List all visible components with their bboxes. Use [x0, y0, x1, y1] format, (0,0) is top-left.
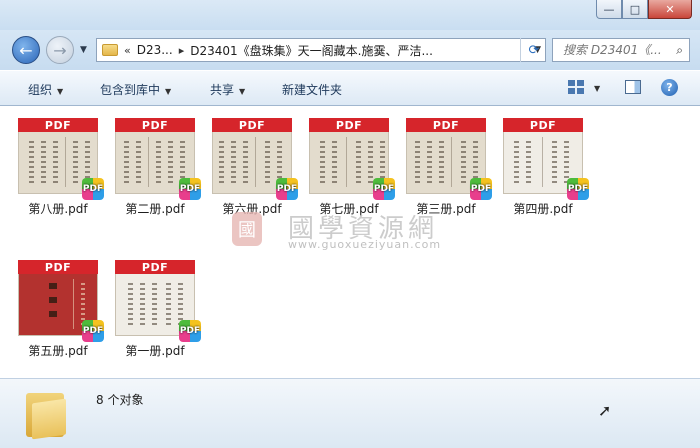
- breadcrumb-item-current[interactable]: D23401《盘珠集》天一阁藏本.施霙、严洁...: [190, 42, 433, 59]
- search-icon[interactable]: ⌕: [676, 43, 683, 58]
- search-input[interactable]: [561, 42, 675, 58]
- arrow-right-icon: →: [53, 40, 67, 60]
- forward-button[interactable]: →: [46, 36, 74, 64]
- file-item[interactable]: PDF PDF 第二册.pdf: [105, 112, 201, 220]
- navigation-bar: ← → ▼ « D23... ▸ D23401《盘珠集》天一阁藏本.施霙、严洁.…: [0, 30, 700, 70]
- file-name: 第三册.pdf: [416, 202, 476, 216]
- pdf-app-icon: PDF: [82, 320, 104, 342]
- chevron-down-icon: ▼: [239, 87, 246, 96]
- new-folder-label: 新建文件夹: [282, 83, 343, 97]
- breadcrumb-item[interactable]: D23...: [137, 43, 173, 57]
- recent-pages-dropdown[interactable]: ▼: [80, 45, 87, 55]
- pdf-thumbnail: PDF PDF: [115, 260, 201, 342]
- organize-label: 组织: [28, 83, 53, 97]
- back-button[interactable]: ←: [12, 36, 40, 64]
- pdf-app-icon: PDF: [470, 178, 492, 200]
- file-name: 第二册.pdf: [125, 202, 185, 216]
- maximize-button[interactable]: □: [622, 0, 648, 19]
- pdf-app-icon: PDF: [373, 178, 395, 200]
- file-item[interactable]: PDF PDF 第八册.pdf: [8, 112, 104, 220]
- close-icon: ✕: [665, 2, 675, 16]
- file-name: 第七册.pdf: [319, 202, 379, 216]
- organize-menu[interactable]: 组织 ▼: [28, 81, 63, 98]
- chevron-down-icon: ▼: [165, 87, 172, 96]
- refresh-icon: ⟳: [528, 42, 540, 58]
- pdf-band: PDF: [309, 118, 389, 132]
- item-count: 8 个对象: [96, 393, 144, 407]
- refresh-button[interactable]: ⟳: [520, 38, 547, 62]
- change-view-icon[interactable]: [568, 80, 584, 94]
- file-item[interactable]: PDF PDF 第四册.pdf: [493, 112, 589, 220]
- file-name: 第一册.pdf: [125, 344, 185, 358]
- mouse-cursor-icon: ➚: [598, 401, 612, 420]
- command-bar: 组织 ▼ 包含到库中 ▼ 共享 ▼ 新建文件夹 ▼ ?: [0, 70, 700, 106]
- file-item[interactable]: PDF PDF 第七册.pdf: [299, 112, 395, 220]
- pdf-thumbnail: PDF PDF: [503, 118, 589, 200]
- address-bar[interactable]: « D23... ▸ D23401《盘珠集》天一阁藏本.施霙、严洁... ▼: [96, 38, 546, 62]
- file-name: 第五册.pdf: [28, 344, 88, 358]
- details-pane: 8 个对象 ➚: [0, 378, 700, 448]
- breadcrumb-overflow[interactable]: «: [124, 44, 131, 57]
- file-item[interactable]: PDF PDF 第六册.pdf: [202, 112, 298, 220]
- pdf-band: PDF: [115, 118, 195, 132]
- maximize-icon: □: [629, 2, 641, 16]
- pdf-app-icon: PDF: [179, 178, 201, 200]
- file-name: 第六册.pdf: [222, 202, 282, 216]
- pdf-app-icon: PDF: [567, 178, 589, 200]
- chevron-right-icon[interactable]: ▸: [179, 44, 185, 57]
- pdf-thumbnail: PDF PDF: [212, 118, 298, 200]
- pdf-thumbnail: PDF PDF: [406, 118, 492, 200]
- chevron-down-icon: ▼: [57, 87, 64, 96]
- pdf-thumbnail: PDF PDF: [115, 118, 201, 200]
- help-icon[interactable]: ?: [661, 79, 678, 96]
- file-item[interactable]: PDF PDF 第三册.pdf: [396, 112, 492, 220]
- file-list: PDF PDF 第八册.pdf PDF PDF 第二册.pdf PDF PDF …: [0, 106, 700, 378]
- pdf-thumbnail: PDF PDF: [18, 260, 104, 342]
- preview-pane-icon[interactable]: [625, 80, 641, 94]
- include-in-library-menu[interactable]: 包含到库中 ▼: [100, 81, 171, 98]
- file-item[interactable]: PDF PDF 第五册.pdf: [8, 254, 104, 362]
- arrow-left-icon: ←: [19, 40, 33, 60]
- chevron-down-icon: ▼: [80, 45, 87, 55]
- pdf-band: PDF: [406, 118, 486, 132]
- pdf-band: PDF: [212, 118, 292, 132]
- pdf-app-icon: PDF: [179, 320, 201, 342]
- pdf-thumbnail: PDF PDF: [309, 118, 395, 200]
- minimize-button[interactable]: —: [596, 0, 622, 19]
- folder-icon: [102, 44, 118, 56]
- pdf-app-icon: PDF: [276, 178, 298, 200]
- watermark-url: www.guoxueziyuan.com: [288, 238, 442, 251]
- search-box[interactable]: ⌕: [552, 38, 690, 62]
- title-bar: — □ ✕: [0, 0, 700, 30]
- file-name: 第四册.pdf: [513, 202, 573, 216]
- pdf-app-icon: PDF: [82, 178, 104, 200]
- share-menu[interactable]: 共享 ▼: [210, 81, 245, 98]
- file-item[interactable]: PDF PDF 第一册.pdf: [105, 254, 201, 362]
- share-label: 共享: [210, 83, 235, 97]
- pdf-band: PDF: [115, 260, 195, 274]
- new-folder-button[interactable]: 新建文件夹: [282, 81, 342, 98]
- pdf-band: PDF: [503, 118, 583, 132]
- view-options-dropdown[interactable]: ▼: [594, 84, 600, 93]
- close-button[interactable]: ✕: [648, 0, 692, 19]
- include-in-library-label: 包含到库中: [100, 83, 161, 97]
- window-controls: — □ ✕: [596, 0, 692, 19]
- minimize-icon: —: [603, 2, 615, 16]
- folder-icon: [26, 387, 72, 440]
- file-name: 第八册.pdf: [28, 202, 88, 216]
- pdf-thumbnail: PDF PDF: [18, 118, 104, 200]
- pdf-band: PDF: [18, 260, 98, 274]
- pdf-band: PDF: [18, 118, 98, 132]
